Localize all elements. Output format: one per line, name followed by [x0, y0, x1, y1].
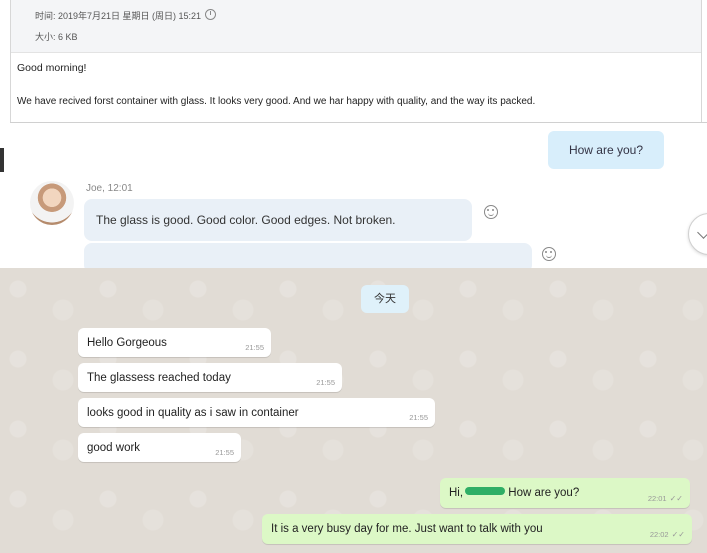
time-text: 22:02 — [649, 530, 669, 539]
message-time: 21:55 — [316, 378, 335, 387]
email-greeting: Good morning! — [17, 62, 87, 74]
message-text: looks good in quality as i saw in contai… — [87, 407, 299, 419]
message-text: good work — [87, 442, 141, 454]
message-body: How are you? — [508, 487, 580, 499]
emoji-reaction-icon[interactable] — [542, 247, 556, 261]
message-text: It is a very busy day for me. Just want … — [271, 523, 543, 535]
message-time: 22:01 ✓✓ — [648, 494, 683, 503]
message-time: 21:55 — [215, 448, 234, 457]
whatsapp-chat-panel: 今天 Hello Gorgeous 21:55 The glassess rea… — [0, 268, 707, 553]
date-divider: 今天 — [361, 285, 409, 313]
message-time: 22:02 ✓✓ — [650, 530, 685, 539]
avatar[interactable] — [30, 181, 74, 225]
outgoing-message[interactable]: Hi, How are you? 22:01 ✓✓ — [440, 478, 690, 508]
clock-icon — [205, 9, 217, 20]
email-time: 时间: 2019年7月21日 星期日 (周日) 15:21 — [35, 9, 217, 22]
email-body: We have recived forst container with gla… — [17, 96, 536, 107]
email-size: 大小: 6 KB — [35, 32, 78, 42]
incoming-message[interactable]: The glassess reached today 21:55 — [78, 363, 342, 392]
skype-outgoing-message[interactable]: How are you? — [548, 131, 664, 169]
scroll-down-button[interactable] — [688, 213, 707, 255]
read-ticks-icon: ✓✓ — [669, 494, 683, 503]
incoming-message[interactable]: good work 21:55 — [78, 433, 241, 462]
message-time: 21:55 — [409, 413, 428, 422]
chevron-down-icon — [697, 226, 707, 239]
skype-incoming-message-partial[interactable] — [84, 243, 532, 269]
email-time-text: 时间: 2019年7月21日 星期日 (周日) 15:21 — [35, 11, 202, 21]
outgoing-message[interactable]: It is a very busy day for me. Just want … — [262, 514, 692, 544]
incoming-message[interactable]: Hello Gorgeous 21:55 — [78, 328, 271, 357]
skype-incoming-message[interactable]: The glass is good. Good color. Good edge… — [84, 199, 472, 241]
page-edge-marker — [0, 148, 4, 172]
message-time: 21:55 — [245, 343, 264, 352]
message-text: Hello Gorgeous — [87, 337, 167, 349]
skype-chat-panel: How are you? Joe, 12:01 The glass is goo… — [10, 122, 707, 269]
incoming-message[interactable]: looks good in quality as i saw in contai… — [78, 398, 435, 427]
email-panel: 时间: 2019年7月21日 星期日 (周日) 15:21 大小: 6 KB G… — [10, 0, 702, 122]
email-meta-header: 时间: 2019年7月21日 星期日 (周日) 15:21 大小: 6 KB — [11, 0, 701, 53]
message-text: The glassess reached today — [87, 372, 231, 384]
greeting-prefix: Hi, — [449, 487, 464, 499]
time-text: 22:01 — [647, 494, 667, 503]
redacted-name — [465, 487, 506, 495]
emoji-reaction-icon[interactable] — [484, 205, 498, 219]
message-text: Hi, How are you? — [449, 487, 579, 499]
sender-name-time: Joe, 12:01 — [86, 183, 133, 194]
read-ticks-icon: ✓✓ — [671, 530, 685, 539]
